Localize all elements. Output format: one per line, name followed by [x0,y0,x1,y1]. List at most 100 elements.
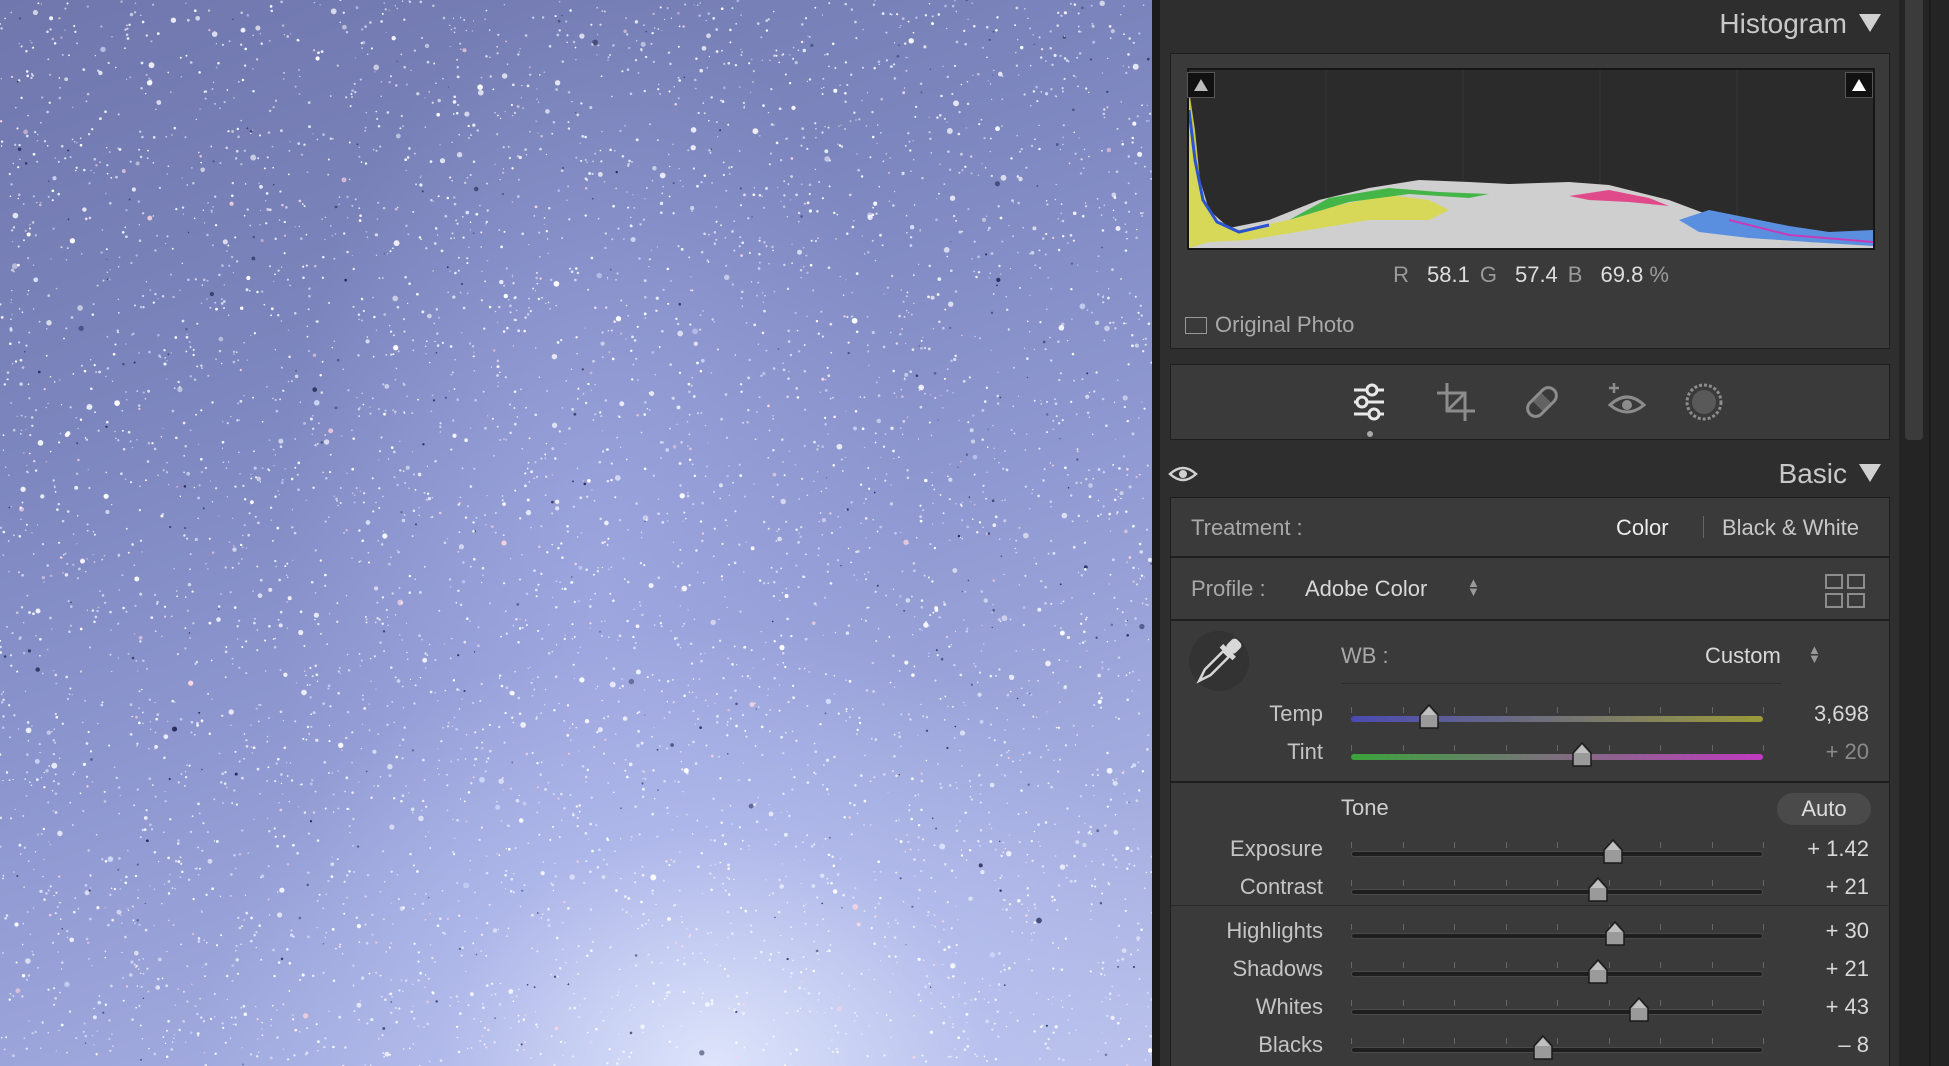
treatment-label: Treatment : [1191,515,1303,540]
tool-strip [1170,364,1890,440]
b-value: 69.8 [1600,262,1644,287]
collapse-triangle-icon[interactable] [1859,464,1881,482]
profile-dropdown[interactable]: Adobe Color [1305,576,1427,602]
active-tool-indicator [1367,431,1373,437]
profile-label: Profile : [1191,576,1266,601]
original-photo-label: Original Photo [1215,312,1355,337]
highlights-slider-ticks [1351,924,1764,930]
whites-slider-ticks [1351,1000,1764,1006]
checkbox-icon [1185,317,1207,334]
panel-scrollbar[interactable] [1899,0,1949,1066]
whites-value[interactable]: + 43 [1826,994,1869,1020]
highlights-value[interactable]: + 30 [1826,918,1869,944]
develop-right-panel: Histogram R 58.1 G 57.4 B 69.8% Original… [1160,0,1899,1066]
photo-preview[interactable] [0,0,1152,1066]
scrollbar-thumb[interactable] [1905,0,1923,440]
exposure-slider-track [1351,851,1763,857]
stepper-arrows-icon[interactable]: ▲ ▼ [1467,576,1480,598]
histogram-title: Histogram [1719,8,1847,39]
contrast-slider-thumb[interactable] [1587,876,1609,903]
edit-sliders-icon[interactable] [1346,379,1392,425]
basic-header[interactable]: Basic [1160,450,1899,498]
shadows-label: Shadows [1232,956,1323,981]
tint-label: Tint [1287,739,1323,764]
treatment-row: Treatment : Color Black & White [1170,497,1890,557]
blacks-label: Blacks [1258,1032,1323,1057]
highlights-slider-thumb[interactable] [1604,920,1626,947]
masking-icon[interactable] [1681,379,1727,425]
wb-selector-button[interactable] [1189,631,1249,691]
contrast-slider-track [1351,889,1763,895]
contrast-label: Contrast [1239,874,1323,899]
healing-bandage-icon[interactable] [1519,379,1565,425]
histogram-header[interactable]: Histogram [1160,0,1899,48]
blacks-slider-thumb[interactable] [1532,1034,1554,1061]
histogram-panel: R 58.1 G 57.4 B 69.8% Original Photo [1170,53,1890,349]
shadows-value[interactable]: + 21 [1826,956,1869,982]
temp-label: Temp [1269,701,1323,726]
scrollbar-edge [1929,0,1931,1066]
exposure-slider[interactable] [1351,838,1764,864]
treatment-bw-option[interactable]: Black & White [1722,515,1859,541]
tint-value[interactable]: + 20 [1826,739,1869,765]
contrast-slider[interactable] [1351,876,1764,902]
whites-slider-thumb[interactable] [1628,996,1650,1023]
highlights-label: Highlights [1226,918,1323,943]
tone-group-separator [1171,905,1891,906]
treatment-color-option[interactable]: Color [1616,515,1669,541]
blacks-slider[interactable] [1351,1034,1764,1060]
profile-browser-grid-icon[interactable] [1825,574,1865,608]
highlights-slider[interactable] [1351,920,1764,946]
treatment-separator [1703,516,1704,538]
histogram-plot[interactable] [1187,68,1875,250]
temp-value[interactable]: 3,698 [1814,701,1869,727]
white-balance-section: WB : Custom ▲ ▼ Temp 3,698 Tint + 20 [1170,620,1890,782]
stepper-arrows-icon[interactable]: ▲ ▼ [1808,643,1821,665]
blacks-slider-track [1351,1047,1763,1053]
temp-slider-thumb[interactable] [1418,703,1440,730]
temp-slider-ticks [1351,707,1764,713]
percent-unit: % [1649,262,1669,287]
temp-slider[interactable] [1351,703,1764,729]
contrast-value[interactable]: + 21 [1826,874,1869,900]
basic-title: Basic [1778,458,1847,489]
profile-row: Profile : Adobe Color ▲ ▼ [1170,557,1890,620]
exposure-slider-ticks [1351,842,1764,848]
tint-slider-thumb[interactable] [1571,741,1593,768]
whites-slider[interactable] [1351,996,1764,1022]
shadow-clipping-toggle[interactable] [1187,72,1215,98]
contrast-slider-ticks [1351,880,1764,886]
crop-icon[interactable] [1433,379,1479,425]
panel-divider[interactable] [1152,0,1160,1066]
tint-slider[interactable] [1351,741,1764,767]
exposure-slider-thumb[interactable] [1602,838,1624,865]
tone-label: Tone [1341,795,1389,820]
shadows-slider-ticks [1351,962,1764,968]
wb-underline [1341,683,1781,684]
rgb-readout: R 58.1 G 57.4 B 69.8% [1171,262,1891,288]
exposure-value[interactable]: + 1.42 [1807,836,1869,862]
whites-label: Whites [1255,994,1323,1019]
wb-label: WB : [1341,643,1389,668]
collapse-triangle-icon[interactable] [1859,14,1881,32]
g-value: 57.4 [1514,262,1558,287]
original-photo-checkbox[interactable]: Original Photo [1185,312,1354,338]
g-label: G [1479,262,1497,287]
eyedropper-icon [1196,638,1242,684]
auto-tone-button[interactable]: Auto [1777,793,1871,825]
whites-slider-track [1351,1009,1763,1015]
tone-section: Tone Auto Exposure + 1.42 Contrast + 21 … [1170,782,1891,1066]
eye-icon[interactable] [1168,462,1198,486]
shadows-slider-thumb[interactable] [1587,958,1609,985]
shadows-slider-track [1351,971,1763,977]
highlight-clipping-toggle[interactable] [1845,72,1873,98]
exposure-label: Exposure [1230,836,1323,861]
shadows-slider[interactable] [1351,958,1764,984]
blacks-value[interactable]: – 8 [1838,1032,1869,1058]
histogram-graph [1187,70,1874,248]
r-value: 58.1 [1427,262,1470,287]
b-label: B [1567,262,1583,287]
red-eye-icon[interactable] [1604,379,1650,425]
r-label: R [1393,262,1410,287]
wb-dropdown[interactable]: Custom [1705,643,1781,669]
